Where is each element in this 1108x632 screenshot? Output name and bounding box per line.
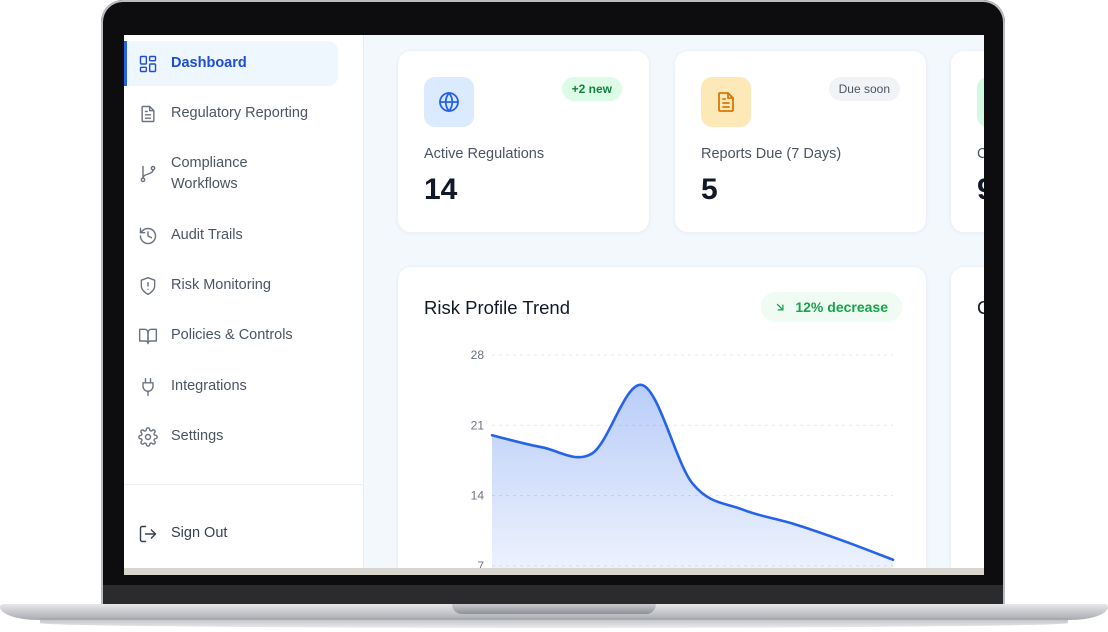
sidebar-item-label: Compliance Workflows [171, 155, 248, 192]
sidebar-item-audit-trails[interactable]: Audit Trails [124, 213, 338, 258]
series-area [492, 385, 893, 575]
stat-card-active-regulations[interactable]: +2 new Active Regulations 14 [397, 50, 650, 233]
stat-label: C [977, 146, 984, 162]
stat-card-reports-due[interactable]: Due soon Reports Due (7 Days) 5 [674, 50, 927, 233]
laptop-chin [103, 585, 1003, 606]
sidebar-item-label: Dashboard [171, 55, 247, 71]
git-branch-icon [137, 163, 159, 185]
stat-value: 5 [701, 173, 718, 206]
sidebar-item-label: Regulatory Reporting [171, 105, 309, 121]
globe-icon [424, 77, 474, 127]
sidebar-item-label: Policies & Controls [171, 327, 293, 343]
check-icon [977, 77, 984, 127]
log-out-icon [137, 523, 159, 545]
chart-title: C [977, 297, 984, 318]
sidebar-item-dashboard[interactable]: Dashboard [124, 41, 338, 86]
y-tick-label: 21 [471, 418, 485, 432]
sidebar-item-label: Settings [171, 428, 224, 444]
file-text-icon [701, 77, 751, 127]
sign-out-button[interactable]: Sign Out [124, 511, 338, 556]
stat-label: Reports Due (7 Days) [701, 146, 842, 162]
stat-label: Active Regulations [424, 146, 545, 162]
stat-card-third[interactable]: C 9 [950, 50, 984, 233]
stat-value: 14 [424, 173, 458, 206]
dashboard-grid-icon [137, 53, 159, 75]
sidebar-item-integrations[interactable]: Integrations [124, 364, 338, 409]
history-icon [137, 225, 159, 247]
sidebar-item-settings[interactable]: Settings [124, 414, 338, 459]
laptop-notch [452, 604, 656, 614]
sidebar-item-risk-monitoring[interactable]: Risk Monitoring [124, 263, 338, 308]
sidebar-item-regulatory-reporting[interactable]: Regulatory Reporting [124, 91, 338, 136]
sign-out-label: Sign Out [171, 525, 228, 541]
screen-bottom-strip [124, 568, 984, 575]
laptop-foot [40, 618, 1068, 628]
book-open-icon [137, 325, 159, 347]
sidebar-item-compliance-workflows[interactable]: Compliance Workflows [124, 149, 338, 199]
second-chart-card: C [950, 266, 984, 575]
new-count-badge: +2 new [561, 77, 622, 101]
gear-icon [137, 426, 159, 448]
due-soon-badge: Due soon [828, 77, 900, 101]
sidebar: Dashboard Regulatory Reporting Complianc… [124, 35, 364, 575]
plug-icon [137, 376, 159, 398]
shield-alert-icon [137, 275, 159, 297]
sidebar-item-policies-controls[interactable]: Policies & Controls [124, 313, 338, 358]
document-icon [137, 103, 159, 125]
sidebar-item-label: Integrations [171, 378, 247, 394]
sidebar-item-label: Risk Monitoring [171, 277, 271, 293]
y-tick-label: 14 [471, 489, 485, 503]
sidebar-divider [124, 484, 364, 485]
stat-value: 9 [977, 173, 984, 207]
risk-profile-chart-card: Risk Profile Trend 12% decrease 7 14 21 28 [397, 266, 927, 575]
risk-profile-chart: 7142128 [471, 348, 895, 575]
app-screen: Dashboard Regulatory Reporting Complianc… [124, 35, 984, 575]
y-tick-label: 28 [471, 348, 485, 362]
sidebar-item-label: Audit Trails [171, 227, 243, 243]
